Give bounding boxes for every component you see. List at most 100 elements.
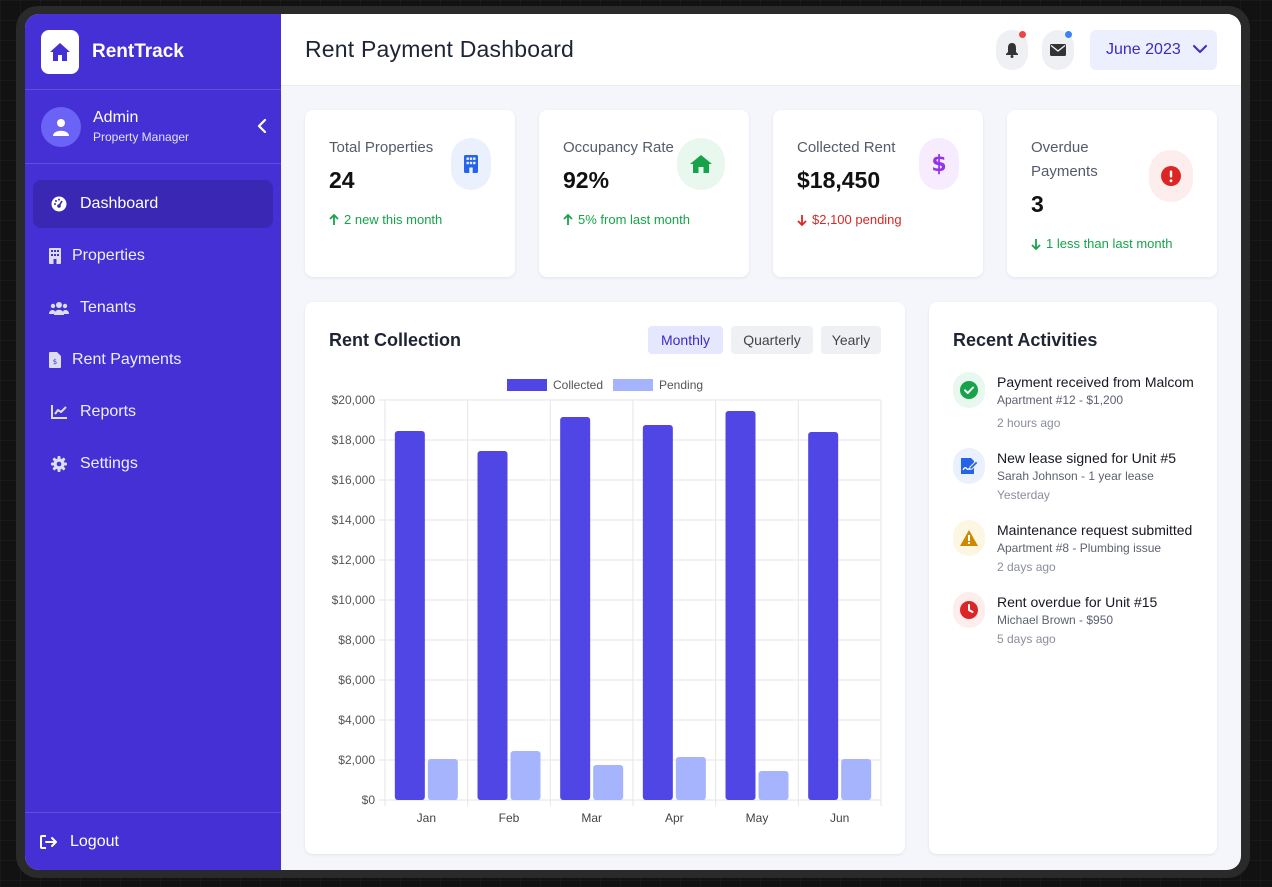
bar-collected-may — [725, 411, 756, 800]
sidebar-item-rent-payments[interactable]: $ Rent Payments — [33, 336, 273, 384]
logout-button[interactable]: Logout — [25, 812, 281, 870]
gear-icon — [48, 456, 70, 472]
brand[interactable]: RentTrack — [25, 14, 281, 90]
activity-title: Rent overdue for Unit #15 — [997, 594, 1158, 610]
sidebar-item-dashboard[interactable]: Dashboard — [33, 180, 273, 228]
y-tick-label: $20,000 — [332, 393, 376, 407]
stat-trend-text: $2,100 pending — [812, 212, 902, 227]
bell-icon — [1005, 42, 1019, 58]
envelope-icon — [1050, 43, 1066, 56]
top-header: Rent Payment Dashboard June 2023 — [281, 14, 1241, 86]
building-icon — [451, 138, 491, 190]
user-name: Admin — [93, 109, 139, 126]
svg-text:$: $ — [53, 358, 57, 366]
sidebar-item-label: Reports — [80, 403, 137, 420]
x-tick-label: May — [746, 811, 769, 825]
activity-item[interactable]: New lease signed for Unit #5 Sarah Johns… — [953, 448, 1203, 502]
stat-trend-text: 5% from last month — [578, 212, 690, 227]
notification-dot — [1019, 30, 1026, 38]
messages-button[interactable] — [1042, 29, 1074, 70]
stat-label: Occupancy Rate — [563, 139, 674, 156]
sidebar-item-label: Dashboard — [80, 195, 159, 212]
check-circle-icon — [953, 372, 985, 408]
rent-collection-panel: Rent Collection Monthly Quarterly Yearly… — [305, 302, 905, 854]
bar-collected-apr — [642, 425, 673, 800]
bar-collected-mar — [560, 417, 591, 800]
x-tick-label: Apr — [665, 811, 684, 825]
collapse-sidebar-icon[interactable] — [257, 118, 267, 139]
brand-name: RentTrack — [92, 40, 184, 62]
y-tick-label: $6,000 — [338, 673, 375, 687]
sidebar-item-settings[interactable]: Settings — [33, 440, 273, 488]
stat-label: Total Properties — [329, 139, 434, 156]
gauge-icon — [48, 196, 70, 212]
notifications-button[interactable] — [996, 29, 1028, 70]
clock-icon — [953, 592, 985, 628]
rent-collection-title: Rent Collection — [329, 330, 462, 350]
activity-title: Payment received from Malcom — [997, 374, 1194, 390]
period-monthly-button[interactable]: Monthly — [648, 326, 723, 354]
stat-cards: Total Properties 24 2 new this month Occ… — [305, 110, 1217, 277]
sidebar-item-reports[interactable]: Reports — [33, 388, 273, 436]
recent-activities-panel: Recent Activities Payment received from … — [929, 302, 1217, 854]
y-tick-label: $18,000 — [332, 433, 376, 447]
stat-label: Collected Rent — [797, 139, 896, 156]
stat-card-overdue-payments: Overdue Payments 3 1 less than last mont… — [1007, 110, 1217, 277]
y-tick-label: $4,000 — [338, 713, 375, 727]
activity-item[interactable]: Rent overdue for Unit #15 Michael Brown … — [953, 592, 1203, 646]
bar-collected-jun — [808, 432, 839, 800]
user-profile: Admin Property Manager — [25, 90, 281, 164]
period-quarterly-button[interactable]: Quarterly — [731, 326, 813, 354]
y-tick-label: $0 — [362, 793, 376, 807]
sidebar-item-label: Settings — [80, 455, 138, 472]
y-tick-label: $2,000 — [338, 753, 375, 767]
activity-time: 5 days ago — [997, 632, 1056, 646]
activity-item[interactable]: Payment received from Malcom Apartment #… — [953, 372, 1203, 430]
bar-collected-feb — [477, 451, 508, 800]
month-select[interactable]: June 2023 — [1090, 29, 1217, 70]
legend-swatch — [507, 379, 547, 391]
home-icon — [677, 138, 725, 190]
y-tick-label: $10,000 — [332, 593, 376, 607]
activity-time: 2 hours ago — [997, 416, 1061, 430]
sidebar: RentTrack Admin Property Manager Dashboa… — [25, 14, 281, 870]
sidebar-item-tenants[interactable]: Tenants — [33, 284, 273, 332]
message-dot — [1065, 30, 1072, 38]
sidebar-item-properties[interactable]: Properties — [33, 232, 273, 280]
x-tick-label: Mar — [581, 811, 602, 825]
bar-collected-jan — [394, 431, 425, 800]
legend-label: Pending — [659, 378, 703, 392]
building-icon — [48, 248, 62, 264]
signature-icon — [953, 448, 985, 484]
invoice-icon: $ — [48, 352, 62, 368]
y-tick-label: $8,000 — [338, 633, 375, 647]
arrow-down-icon — [1031, 238, 1041, 250]
activity-title: Maintenance request submitted — [997, 522, 1193, 538]
stat-trend-text: 2 new this month — [344, 212, 443, 227]
x-tick-label: Jun — [830, 811, 849, 825]
alert-icon — [1149, 150, 1193, 202]
chart-line-icon — [48, 405, 70, 419]
recent-activities-title: Recent Activities — [953, 330, 1098, 350]
sidebar-nav: Dashboard Properties Tenants $ Rent Paym… — [25, 164, 281, 488]
sidebar-item-label: Tenants — [80, 299, 137, 316]
activity-detail: Sarah Johnson - 1 year lease — [997, 469, 1154, 483]
activity-detail: Apartment #8 - Plumbing issue — [997, 541, 1162, 555]
stat-trend: 2 new this month — [329, 212, 491, 227]
rent-collection-chart: $0 $2,000 $4,000 $6,000 $8,000 $10,000 $12,000… — [332, 378, 882, 825]
warning-icon — [953, 520, 985, 556]
activity-title: New lease signed for Unit #5 — [997, 450, 1176, 466]
period-yearly-button[interactable]: Yearly — [821, 326, 881, 354]
activity-item[interactable]: Maintenance request submitted Apartment … — [953, 520, 1203, 574]
activity-list: Payment received from Malcom Apartment #… — [953, 372, 1203, 664]
x-tick-label: Feb — [499, 811, 520, 825]
y-tick-label: $12,000 — [332, 553, 376, 567]
stat-trend: 5% from last month — [563, 212, 725, 227]
bar-pending-jun — [841, 759, 872, 800]
activity-detail: Michael Brown - $950 — [997, 613, 1114, 627]
main-content: Rent Payment Dashboard June 2023 Total P… — [281, 14, 1241, 870]
logout-icon — [40, 834, 58, 849]
x-tick-label: Jan — [417, 811, 436, 825]
bar-pending-apr — [675, 757, 706, 800]
stat-trend: $2,100 pending — [797, 212, 959, 227]
